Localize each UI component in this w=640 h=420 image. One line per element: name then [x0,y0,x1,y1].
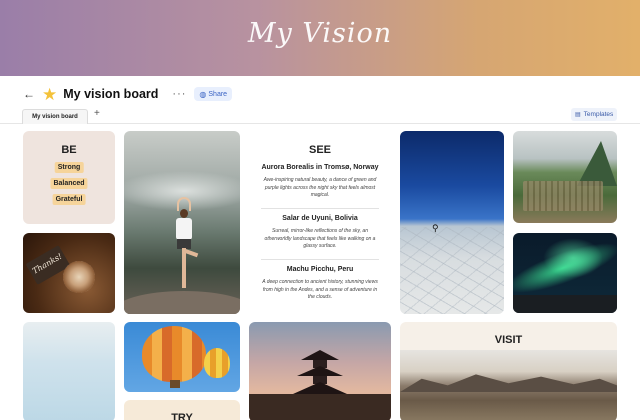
balloon-basket [170,380,180,388]
see-title: SEE [308,144,331,156]
snow-photo[interactable] [23,322,115,420]
ground [513,295,617,313]
templates-label: Templates [583,111,614,118]
pagoda-roof [297,366,343,376]
see-item-title: Aurora Borealis in Tromsø, Norway [261,164,379,171]
trees [249,394,391,420]
visit-card[interactable]: VISIT [400,322,617,420]
be-word: Strong [54,162,84,173]
template-icon: ▤ [575,112,581,118]
salt-texture [400,227,504,314]
more-options-button[interactable]: ··· [172,88,186,100]
visit-title: VISIT [494,334,523,346]
aurora-photo[interactable] [513,233,617,313]
see-item: Salar de Uyuni, Bolivia Surreal, mirror-… [259,215,381,251]
machu-picchu-photo[interactable] [513,131,617,223]
see-item: Machu Picchu, Peru A deep connection to … [259,266,381,302]
be-word: Balanced [50,178,88,189]
page-header: ← ★ My vision board ··· ◍ Share [22,84,233,104]
banner-title: My Vision [247,18,393,49]
yoga-person [174,197,199,291]
see-item-title: Machu Picchu, Peru [286,266,354,273]
landscape-photo [400,350,617,420]
ruins [523,181,603,211]
see-item-desc: Awe-inspiring natural beauty, a dance of… [263,177,377,198]
page-title[interactable]: My vision board [63,87,158,101]
globe-icon: ◍ [199,89,207,99]
see-item-title: Salar de Uyuni, Bolivia [282,215,358,222]
coffee-cup [63,261,95,293]
cyclist-icon: ⚲ [432,223,439,233]
be-title: BE [61,144,77,156]
aurora-light [543,238,603,278]
balloon [204,348,230,378]
share-label: Share [208,90,228,98]
star-icon[interactable]: ★ [42,86,57,103]
tab-my-vision-board[interactable]: My vision board [22,109,88,124]
arrow-left-icon[interactable]: ← [22,87,36,101]
mountain-range [400,374,617,392]
vision-board-page: My Vision ← ★ My vision board ··· ◍ Shar… [0,0,640,420]
share-button[interactable]: ◍ Share [194,87,233,101]
try-title: TRY [171,412,193,420]
add-tab-button[interactable]: + [94,108,100,119]
pagoda-photo[interactable] [249,322,391,420]
see-item-desc: Surreal, mirror-like reflections of the … [264,228,376,249]
hot-air-balloon-photo[interactable] [124,322,240,392]
see-card[interactable]: SEE Aurora Borealis in Tromsø, Norway Aw… [249,131,391,314]
salt-flat-photo[interactable]: ⚲ [400,131,504,314]
cover-banner: My Vision [0,0,640,76]
be-word: Grateful [52,194,86,205]
coffee-photo[interactable]: Thanks! [23,233,115,313]
be-card[interactable]: BE Strong Balanced Grateful [23,131,115,224]
see-item: Aurora Borealis in Tromsø, Norway Awe-in… [259,164,381,200]
try-card[interactable]: TRY [124,400,240,420]
templates-button[interactable]: ▤ Templates [571,108,618,121]
pagoda-roof [293,382,347,394]
see-item-desc: A deep connection to ancient history, st… [262,279,378,300]
pagoda-roof [301,350,339,360]
divider [261,208,379,209]
tab-bar: My vision board + ▤ Templates [0,108,640,124]
balloon [142,326,206,382]
divider [261,259,379,260]
yoga-photo[interactable] [124,131,240,314]
mountain-peak [577,141,617,186]
rock [124,291,240,314]
